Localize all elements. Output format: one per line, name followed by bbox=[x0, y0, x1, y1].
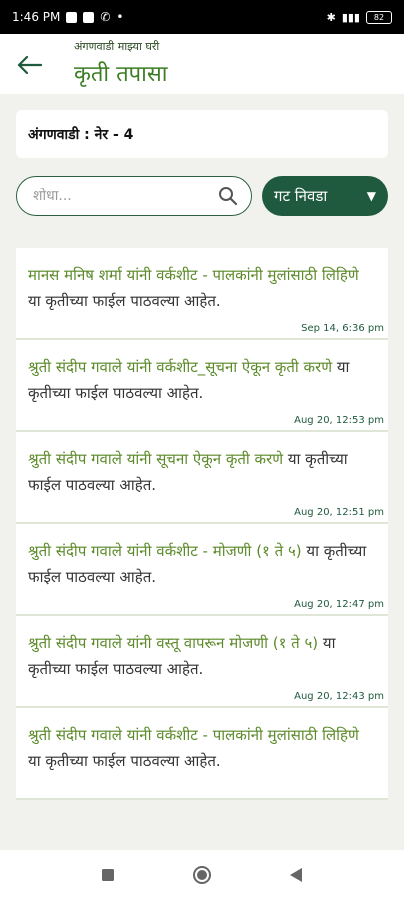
item-timestamp: Sep 14, 6:36 pm bbox=[301, 323, 384, 334]
list-item[interactable]: श्रुती संदीप गवाले यांनी वर्कशीट - मोजणी… bbox=[16, 524, 388, 616]
app-bar: अंगणवाडी माझ्या घरी कृती तपासा bbox=[0, 34, 404, 94]
status-bar: 1:46 PM ✆ • ✱ ▮▮▮ 82 bbox=[0, 0, 404, 34]
signal-icon: ▮▮▮ bbox=[341, 10, 360, 24]
item-highlight: श्रुती संदीप गवाले यांनी वर्कशीट - मोजणी… bbox=[28, 542, 302, 560]
item-timestamp: Aug 20, 12:51 pm bbox=[294, 507, 384, 518]
circle-icon bbox=[193, 866, 211, 884]
list-item[interactable]: श्रुती संदीप गवाले यांनी वस्तू वापरून मो… bbox=[16, 616, 388, 708]
home-button[interactable] bbox=[190, 863, 214, 887]
activity-list: मानस मनिष शर्मा यांनी वर्कशीट - पालकांनी… bbox=[16, 248, 388, 800]
search-box[interactable] bbox=[16, 176, 252, 216]
list-item[interactable]: श्रुती संदीप गवाले यांनी वर्कशीट - पालका… bbox=[16, 708, 388, 800]
item-highlight: श्रुती संदीप गवाले यांनी वर्कशीट - पालका… bbox=[28, 726, 359, 744]
battery-icon: 82 bbox=[366, 10, 392, 24]
item-timestamp: Aug 20, 12:43 pm bbox=[294, 691, 384, 702]
item-highlight: मानस मनिष शर्मा यांनी वर्कशीट - पालकांनी… bbox=[28, 266, 359, 284]
more-notifications-icon: • bbox=[116, 10, 124, 24]
arrow-left-icon bbox=[17, 55, 42, 75]
item-timestamp: Aug 20, 12:47 pm bbox=[294, 599, 384, 610]
list-item[interactable]: मानस मनिष शर्मा यांनी वर्कशीट - पालकांनी… bbox=[16, 248, 388, 340]
call-notification-icon: ✆ bbox=[100, 10, 111, 24]
recents-button[interactable] bbox=[96, 863, 120, 887]
item-highlight: श्रुती संदीप गवाले यांनी वस्तू वापरून मो… bbox=[28, 634, 319, 652]
anganwadi-card: अंगणवाडी : नेर - 4 bbox=[16, 110, 388, 158]
triangle-left-icon bbox=[290, 868, 302, 882]
anganwadi-label: अंगणवाडी : नेर - 4 bbox=[28, 126, 134, 143]
item-text: या कृतीच्या फाईल पाठवल्या आहेत. bbox=[28, 752, 221, 770]
search-input[interactable] bbox=[33, 188, 217, 204]
back-button[interactable] bbox=[12, 48, 46, 82]
status-time: 1:46 PM bbox=[12, 10, 61, 24]
search-icon[interactable] bbox=[217, 185, 239, 207]
back-nav-button[interactable] bbox=[284, 863, 308, 887]
bluetooth-icon: ✱ bbox=[326, 10, 336, 24]
item-highlight: श्रुती संदीप गवाले यांनी वर्कशीट_सूचना ऐ… bbox=[28, 358, 333, 376]
item-text: या कृतीच्या फाईल पाठवल्या आहेत. bbox=[28, 292, 221, 310]
list-item[interactable]: श्रुती संदीप गवाले यांनी वर्कशीट_सूचना ऐ… bbox=[16, 340, 388, 432]
app-notification-icon bbox=[83, 11, 95, 23]
square-icon bbox=[102, 869, 114, 881]
item-highlight: श्रुती संदीप गवाले यांनी सूचना ऐकून कृती… bbox=[28, 450, 284, 468]
app-subtitle: अंगणवाडी माझ्या घरी bbox=[74, 40, 160, 53]
group-select-label: गट निवडा bbox=[274, 187, 328, 205]
main-content: अंगणवाडी : नेर - 4 गट निवडा ▼ मानस मनिष … bbox=[0, 94, 404, 850]
page-title: कृती तपासा bbox=[74, 62, 168, 87]
group-select-dropdown[interactable]: गट निवडा ▼ bbox=[262, 176, 388, 216]
caret-down-icon: ▼ bbox=[366, 189, 376, 203]
gallery-notification-icon bbox=[66, 11, 78, 23]
list-item[interactable]: श्रुती संदीप गवाले यांनी सूचना ऐकून कृती… bbox=[16, 432, 388, 524]
system-nav-bar bbox=[0, 850, 404, 900]
item-timestamp: Aug 20, 12:53 pm bbox=[294, 415, 384, 426]
